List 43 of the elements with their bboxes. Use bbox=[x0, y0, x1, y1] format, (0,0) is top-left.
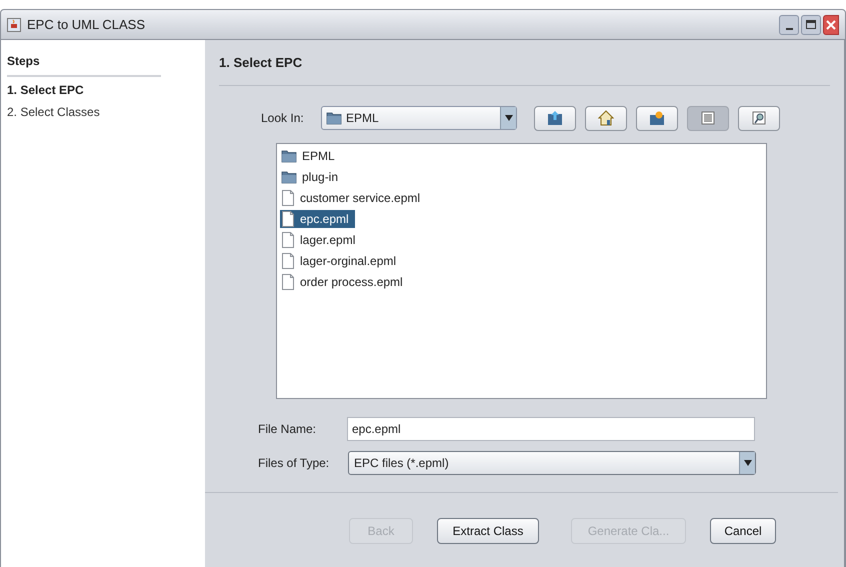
list-icon bbox=[701, 111, 715, 125]
file-list-item[interactable]: epc.epml bbox=[280, 210, 355, 228]
panel-title: 1. Select EPC bbox=[219, 55, 302, 70]
file-list-item[interactable]: lager.epml bbox=[280, 230, 362, 248]
folder-icon bbox=[281, 170, 297, 184]
file-icon bbox=[281, 190, 295, 206]
home-icon bbox=[598, 110, 614, 126]
toolbar-button[interactable] bbox=[738, 106, 780, 130]
file-icon bbox=[281, 274, 295, 290]
file-name-field[interactable]: epc.epml bbox=[347, 416, 755, 440]
file-list-item[interactable]: plug-in bbox=[280, 168, 344, 186]
magnifier-icon bbox=[752, 111, 766, 125]
folder-icon bbox=[326, 111, 342, 125]
files-of-type-label: Files of Type: bbox=[258, 454, 330, 472]
window-title: EPC to UML CLASS bbox=[27, 16, 146, 34]
file-icon bbox=[281, 252, 295, 268]
toolbar-button[interactable] bbox=[534, 106, 576, 130]
file-icon bbox=[281, 232, 295, 248]
toolbar-button[interactable] bbox=[585, 106, 627, 130]
minimize-button[interactable] bbox=[779, 14, 799, 34]
close-icon bbox=[826, 20, 836, 30]
folder-up-icon bbox=[547, 110, 563, 126]
file-list-item[interactable]: order process.epml bbox=[280, 272, 409, 290]
maximize-button[interactable] bbox=[801, 14, 821, 34]
step-item: 1. Select EPC bbox=[7, 82, 85, 99]
folder-icon bbox=[281, 148, 297, 162]
close-button[interactable] bbox=[823, 14, 839, 34]
files-of-type-dropdown[interactable]: EPC files (*.epml) bbox=[348, 450, 756, 474]
coffee-cup-icon bbox=[7, 18, 21, 32]
file-list-item[interactable]: lager-orginal.epml bbox=[280, 252, 402, 270]
step-item: 2. Select Classes bbox=[7, 104, 101, 121]
file-icon bbox=[281, 210, 295, 226]
file-list-item[interactable]: customer service.epml bbox=[280, 188, 426, 206]
file-name-label: File Name: bbox=[258, 420, 318, 438]
wizard-button[interactable]: Extract Class bbox=[437, 518, 539, 544]
steps-title: Steps bbox=[7, 52, 161, 77]
toolbar-button[interactable] bbox=[687, 106, 729, 130]
look-in-dropdown[interactable]: EPML bbox=[321, 106, 517, 130]
new-folder-icon bbox=[649, 110, 665, 126]
wizard-button[interactable]: Cancel bbox=[710, 518, 776, 544]
toolbar-button[interactable] bbox=[636, 106, 678, 130]
file-list-item[interactable]: EPML bbox=[280, 146, 341, 164]
look-in-label: Look In: bbox=[261, 110, 305, 127]
